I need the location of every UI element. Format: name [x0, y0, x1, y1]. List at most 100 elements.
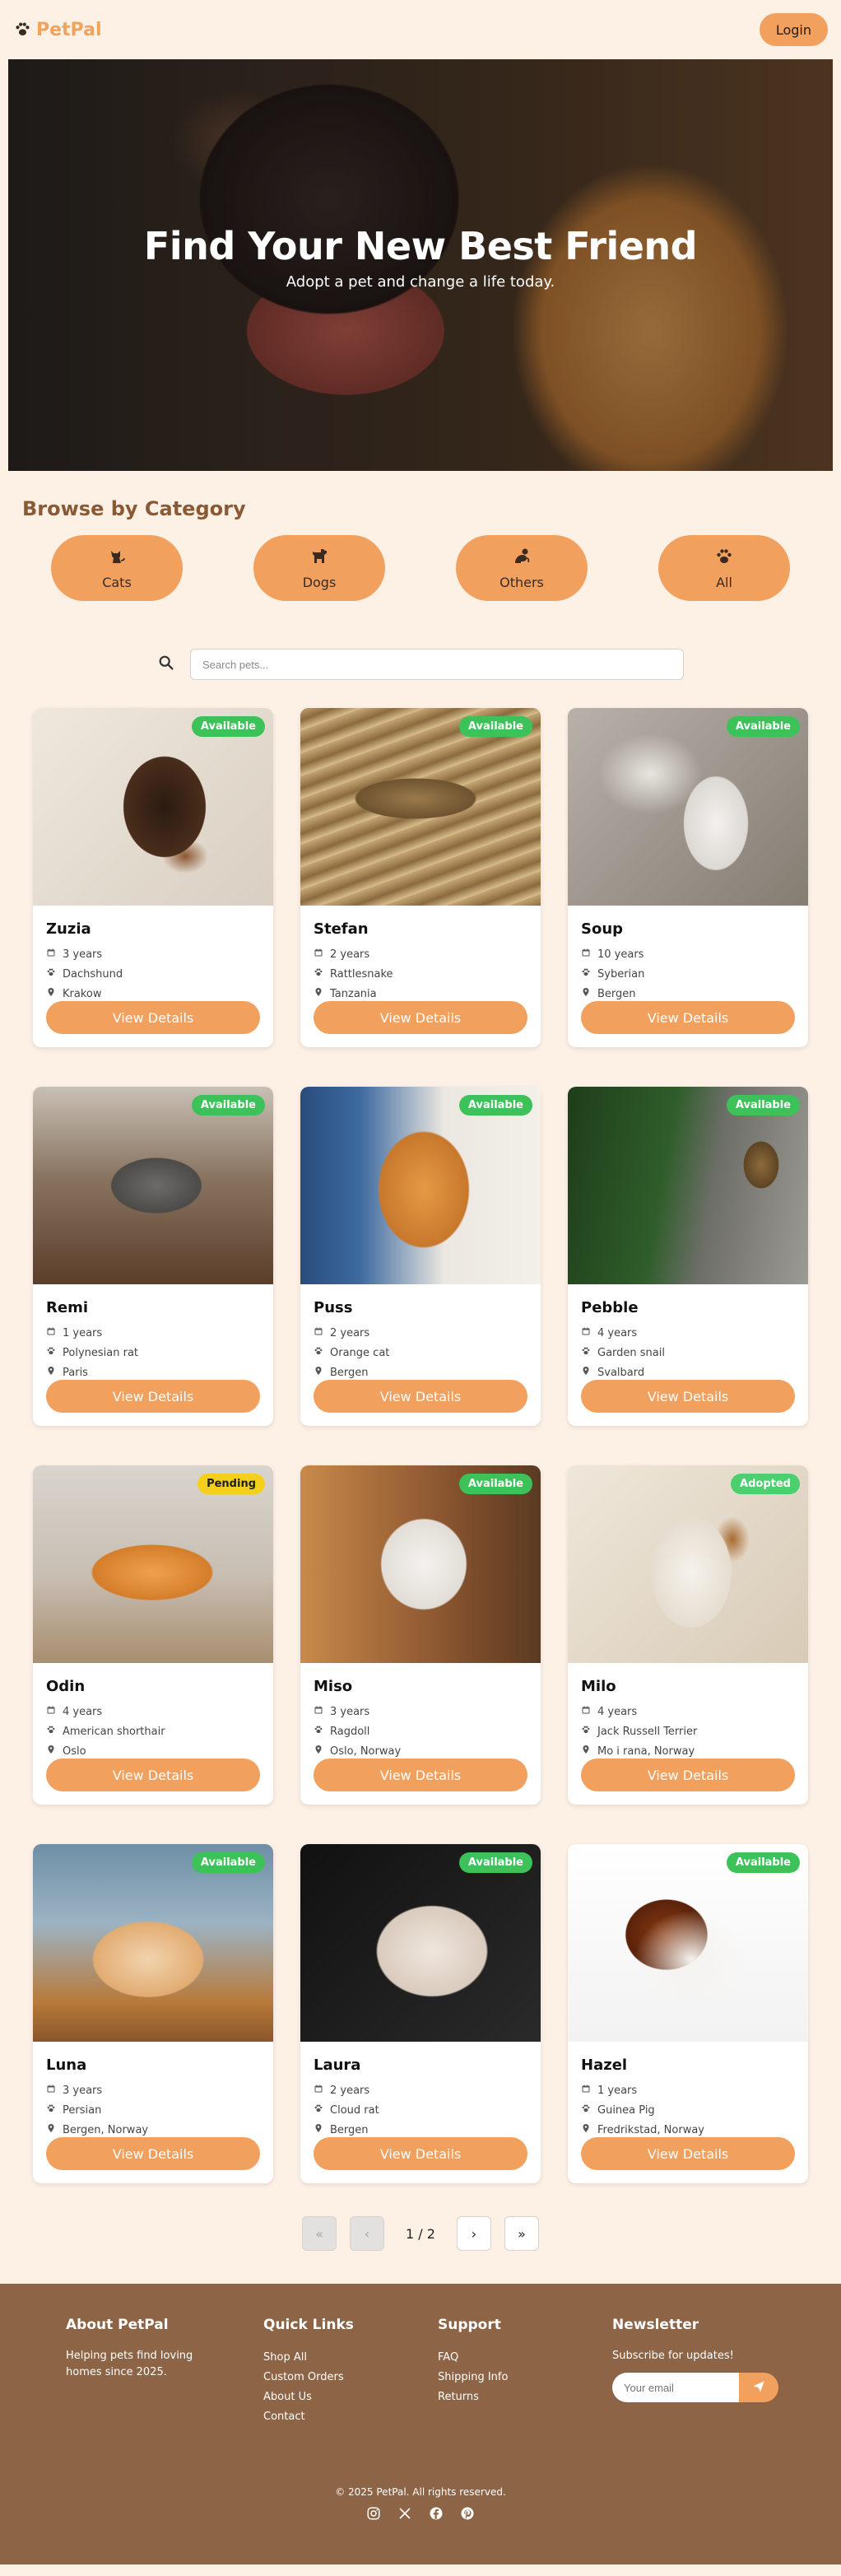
footer-link-returns[interactable]: Returns: [438, 2387, 612, 2407]
view-details-button[interactable]: View Details: [46, 1758, 260, 1791]
instagram-icon[interactable]: [366, 2506, 381, 2521]
next-page-button[interactable]: ›: [457, 2216, 491, 2251]
pet-age: 2 years: [330, 948, 370, 961]
category-all-button[interactable]: All: [658, 535, 790, 601]
category-label: Cats: [102, 574, 132, 590]
view-details-button[interactable]: View Details: [314, 1758, 527, 1791]
pet-breed: American shorthair: [63, 1725, 165, 1738]
pet-location: Mo i rana, Norway: [597, 1745, 695, 1758]
view-details-button[interactable]: View Details: [314, 1001, 527, 1034]
location-pin-icon: [581, 987, 591, 1000]
view-details-button[interactable]: View Details: [581, 1380, 795, 1413]
pet-age: 1 years: [63, 1326, 103, 1339]
pet-card: Available Pebble 4 years Garden snail Svalba…: [568, 1087, 808, 1426]
footer-newsletter-text: Subscribe for updates!: [612, 2350, 734, 2362]
calendar-icon: [314, 1326, 323, 1339]
category-dogs-button[interactable]: Dogs: [253, 535, 385, 601]
brand-name: PetPal: [36, 19, 102, 40]
pet-photo: Available: [33, 708, 273, 906]
pet-name: Soup: [581, 920, 624, 938]
paw-icon: [581, 967, 591, 981]
view-details-button[interactable]: View Details: [46, 2137, 260, 2170]
pet-age: 3 years: [330, 1705, 370, 1718]
pet-age: 4 years: [597, 1326, 638, 1339]
footer-quick-links: Quick Links Shop All Custom Orders About…: [263, 2317, 438, 2427]
pet-location: Bergen: [330, 1366, 369, 1379]
location-pin-icon: [581, 1366, 591, 1379]
x-twitter-icon[interactable]: [397, 2506, 412, 2521]
pet-breed: Cloud rat: [330, 2103, 379, 2117]
prev-page-button[interactable]: ‹: [350, 2216, 384, 2251]
status-badge: Available: [191, 716, 265, 737]
pet-card: Pending Odin 4 years American shorthair Oslo…: [33, 1465, 273, 1805]
footer-link-shop-all[interactable]: Shop All: [263, 2348, 438, 2368]
status-badge: Available: [458, 1474, 532, 1494]
view-details-button[interactable]: View Details: [581, 2137, 795, 2170]
view-details-button[interactable]: View Details: [46, 1001, 260, 1034]
paw-icon: [314, 1725, 323, 1738]
status-badge: Available: [458, 1852, 532, 1873]
pet-card: Available Luna 3 years Persian Bergen, Norwa…: [33, 1844, 273, 2183]
status-badge: Available: [458, 1095, 532, 1116]
footer-link-shipping[interactable]: Shipping Info: [438, 2368, 612, 2387]
footer-link-about-us[interactable]: About Us: [263, 2387, 438, 2407]
pet-name: Miso: [314, 1678, 353, 1695]
newsletter-email-input[interactable]: [612, 2373, 739, 2402]
status-badge: Available: [191, 1852, 265, 1873]
view-details-button[interactable]: View Details: [581, 1001, 795, 1034]
paw-icon: [714, 547, 734, 570]
pet-photo: Available: [568, 1844, 808, 2042]
pet-photo: Available: [33, 1844, 273, 2042]
critter-icon: [512, 547, 532, 570]
status-badge: Adopted: [731, 1474, 800, 1494]
footer-newsletter: Newsletter Subscribe for updates!: [612, 2317, 810, 2427]
pet-location: Tanzania: [330, 987, 377, 1000]
category-label: Dogs: [302, 574, 337, 590]
newsletter-submit-button[interactable]: [739, 2373, 778, 2402]
pet-card: Available Laura 2 years Cloud rat Bergen View…: [300, 1844, 541, 2183]
calendar-icon: [581, 1705, 591, 1718]
pet-name: Hazel: [581, 2057, 628, 2074]
pet-breed: Dachshund: [63, 967, 123, 981]
pet-age: 4 years: [597, 1705, 638, 1718]
pet-breed: Rattlesnake: [330, 967, 393, 981]
paw-icon: [46, 2103, 56, 2117]
footer-link-custom-orders[interactable]: Custom Orders: [263, 2368, 438, 2387]
location-pin-icon: [314, 987, 323, 1000]
status-badge: Available: [726, 1852, 800, 1873]
footer-link-faq[interactable]: FAQ: [438, 2348, 612, 2368]
paw-icon: [314, 2103, 323, 2117]
category-cats-button[interactable]: Cats: [51, 535, 183, 601]
calendar-icon: [46, 948, 56, 961]
pet-card: Available Hazel 1 years Guinea Pig Fredrikst…: [568, 1844, 808, 2183]
view-details-button[interactable]: View Details: [314, 2137, 527, 2170]
view-details-button[interactable]: View Details: [46, 1380, 260, 1413]
search-input[interactable]: [190, 649, 684, 680]
hero-subtitle: Adopt a pet and change a life today.: [286, 273, 555, 291]
pet-card: Available Zuzia 3 years Dachshund Krakow View…: [33, 708, 273, 1047]
facebook-icon[interactable]: [429, 2506, 444, 2521]
paw-icon: [314, 1346, 323, 1359]
paw-icon: [46, 967, 56, 981]
send-icon: [752, 2380, 765, 2396]
paw-icon: [581, 1346, 591, 1359]
footer-quick-title: Quick Links: [263, 2317, 354, 2333]
location-pin-icon: [581, 1745, 591, 1758]
paw-icon: [581, 2103, 591, 2117]
pet-breed: Garden snail: [597, 1346, 665, 1359]
login-button[interactable]: Login: [759, 13, 828, 46]
calendar-icon: [581, 1326, 591, 1339]
view-details-button[interactable]: View Details: [314, 1380, 527, 1413]
location-pin-icon: [314, 2123, 323, 2136]
pet-card: Available Puss 2 years Orange cat Bergen View…: [300, 1087, 541, 1426]
page-indicator: 1 / 2: [406, 2225, 435, 2242]
pet-location: Bergen: [597, 987, 636, 1000]
last-page-button[interactable]: »: [504, 2216, 539, 2251]
brand-logo[interactable]: PetPal: [13, 20, 101, 40]
first-page-button[interactable]: «: [302, 2216, 337, 2251]
category-others-button[interactable]: Others: [456, 535, 588, 601]
footer-link-contact[interactable]: Contact: [263, 2407, 438, 2427]
pinterest-icon[interactable]: [460, 2506, 475, 2521]
status-badge: Available: [726, 1095, 800, 1116]
view-details-button[interactable]: View Details: [581, 1758, 795, 1791]
